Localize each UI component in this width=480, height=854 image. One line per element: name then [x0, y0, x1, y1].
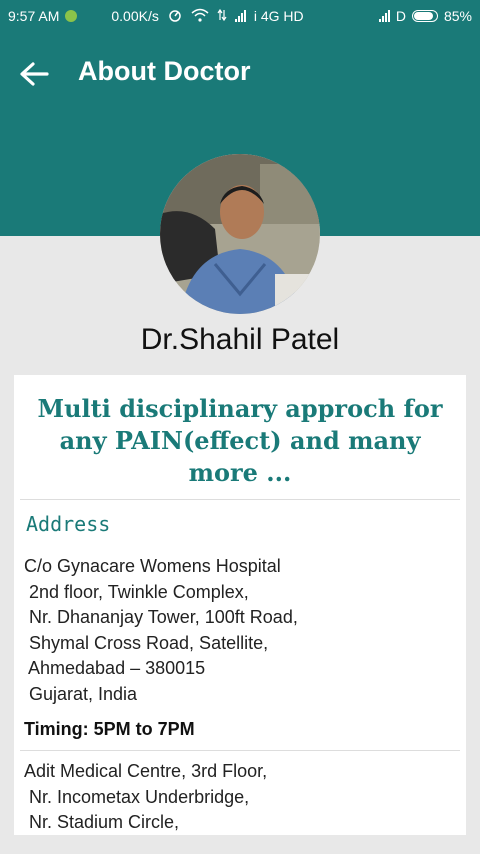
battery-percent: 85%: [443, 8, 472, 24]
address-line: Adit Medical Centre, 3rd Floor,: [24, 761, 268, 781]
doctor-photo: [160, 154, 320, 314]
address-line: Shymal Cross Road, Satellite,: [24, 632, 269, 653]
address-line: Nr. Incometax Underbridge,: [24, 786, 250, 807]
signal-icon-2: [378, 10, 390, 22]
status-time: 9:57 AM: [8, 8, 60, 24]
address-line: Gujarat, India: [24, 683, 138, 704]
address-line: Nr. Dhananjay Tower, 100ft Road,: [24, 607, 298, 627]
doctor-info-card: Multi disciplinary approch for any PAIN(…: [14, 375, 466, 835]
doctor-avatar: [160, 154, 320, 314]
address-block-2: Adit Medical Centre, 3rd Floor, Nr. Inco…: [14, 751, 466, 835]
wifi-icon: [191, 8, 209, 25]
tagline: Multi disciplinary approch for any PAIN(…: [37, 394, 443, 487]
page-title: About Doctor: [78, 56, 251, 86]
carrier2-label: D: [395, 8, 406, 24]
speed-icon: [167, 8, 183, 25]
back-button[interactable]: [14, 54, 54, 94]
battery-icon: [411, 10, 438, 22]
address-line: Nr. Stadium Circle,: [24, 812, 180, 832]
data-arrows-icon: [217, 8, 227, 25]
address-line: Ahmedabad – 380015: [24, 658, 206, 678]
signal-icon: [234, 10, 246, 22]
status-bar: 9:57 AM 0.00K/s i 4G HD D 85%: [0, 0, 480, 32]
address-block-1: C/o Gynacare Womens Hospital 2nd floor, …: [14, 536, 466, 707]
app-notification-icon: [65, 10, 78, 22]
address-heading: Address: [26, 512, 111, 536]
doctor-name: Dr.Shahil Patel: [140, 323, 340, 356]
arrow-left-icon: [20, 62, 49, 86]
timing-text: Timing: 5PM to 7PM: [24, 719, 195, 739]
address-line: 2nd floor, Twinkle Complex,: [24, 581, 249, 602]
address-line: C/o Gynacare Womens Hospital: [24, 556, 281, 576]
net-speed: 0.00K/s: [111, 8, 159, 24]
carrier-label: i 4G HD: [253, 8, 304, 24]
